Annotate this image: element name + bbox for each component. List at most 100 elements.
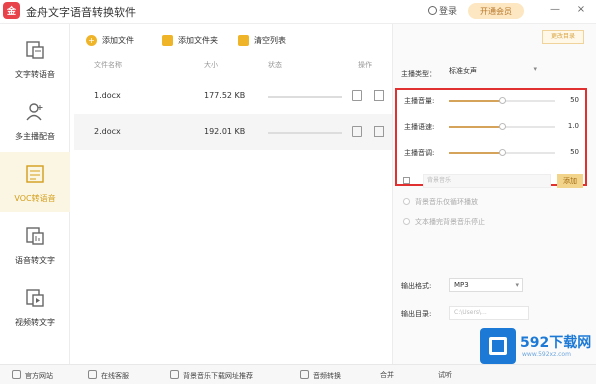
speed-label: 主播语速: xyxy=(404,123,435,131)
format-select[interactable]: MP3 ▾ xyxy=(449,278,523,292)
progress-bar xyxy=(268,132,342,134)
preview-label: 试听 xyxy=(438,371,452,379)
sidebar-label: 多主播配音 xyxy=(15,132,55,141)
col-header-status: 状态 xyxy=(268,61,282,69)
file-name: 1.docx xyxy=(94,91,121,100)
file-size: 177.52 KB xyxy=(204,91,246,100)
pitch-slider-row: 主播音调: 50 xyxy=(397,143,585,165)
convert-button[interactable]: 音频转换 xyxy=(300,370,341,381)
merge-label: 合并 xyxy=(380,371,394,379)
login-button[interactable]: 登录 xyxy=(428,4,457,17)
table-row[interactable]: 2.docx 192.01 KB xyxy=(74,114,392,150)
close-button[interactable]: × xyxy=(574,3,588,17)
vip-button[interactable]: 开通会员 xyxy=(468,3,524,19)
chat-icon xyxy=(88,370,97,379)
sidebar-item-voc-convert[interactable]: VOC转语音 xyxy=(0,152,70,212)
sidebar-item-text-to-speech[interactable]: 文字转语音 xyxy=(0,28,70,88)
official-site-link[interactable]: 官方网站 xyxy=(12,370,53,381)
voice-type-select[interactable]: 标准女声 ▾ xyxy=(449,65,539,80)
convert-icon xyxy=(300,370,309,379)
add-bg-music-button[interactable]: 添加 xyxy=(557,174,583,188)
sidebar-label: 文字转语音 xyxy=(15,70,55,79)
dir-label: 输出目录: xyxy=(401,310,432,318)
speed-slider-row: 主播语速: 1.0 xyxy=(397,117,585,139)
slider-knob[interactable] xyxy=(499,149,506,156)
volume-slider-row: 主播音量: 50 xyxy=(397,91,585,113)
add-file-label: 添加文件 xyxy=(102,35,134,45)
voice-settings-highlight: 主播音量: 50 主播语速: 1.0 主播音调: 50 xyxy=(395,88,587,186)
folder-icon xyxy=(162,34,173,46)
change-dir-button[interactable]: 更改目录 xyxy=(542,30,584,44)
watermark: 592下载网 www.592xz.com xyxy=(478,328,596,368)
slider-fill xyxy=(449,100,502,102)
watermark-brand: 592下载网 xyxy=(520,335,592,351)
add-folder-label: 添加文件夹 xyxy=(178,35,218,45)
add-file-button[interactable]: + 添加文件 xyxy=(86,32,134,48)
format-label: 输出格式: xyxy=(401,282,432,290)
file-size: 192.01 KB xyxy=(204,127,246,136)
online-service-link[interactable]: 在线客服 xyxy=(88,370,129,381)
clear-list-button[interactable]: 清空列表 xyxy=(238,32,286,48)
slider-knob[interactable] xyxy=(499,123,506,130)
bg-music-checkbox[interactable] xyxy=(403,177,410,184)
preview-option[interactable]: 试听 xyxy=(438,370,452,380)
voc-convert-icon xyxy=(26,165,44,183)
sidebar-label: 语音转文字 xyxy=(15,256,55,265)
slider-knob[interactable] xyxy=(499,97,506,104)
table-row[interactable]: 1.docx 177.52 KB xyxy=(74,78,392,114)
col-header-name: 文件名称 xyxy=(94,61,122,69)
voice-type-value: 标准女声 xyxy=(449,67,477,75)
volume-value: 50 xyxy=(570,96,579,104)
convert-label: 音频转换 xyxy=(313,372,341,380)
stop-option-label: 文本播完背景音乐停止 xyxy=(415,218,485,226)
sidebar: 文字转语音 多主播配音 VOC转语音 语音转文字 视频转文字 xyxy=(0,24,70,364)
toolbar: + 添加文件 添加文件夹 清空列表 xyxy=(74,28,392,52)
video-to-text-icon xyxy=(26,289,44,307)
loop-option-label: 背景音乐仅循环播放 xyxy=(415,198,478,206)
speech-to-text-icon xyxy=(26,227,44,245)
chevron-down-icon: ▾ xyxy=(533,65,537,73)
bg-music-promo-label: 背景音乐下载网址推荐 xyxy=(183,372,253,380)
delete-icon[interactable] xyxy=(374,90,384,101)
slider-fill xyxy=(449,126,502,128)
official-site-label: 官方网站 xyxy=(25,372,53,380)
app-logo: 金 xyxy=(3,2,20,19)
stop-option-radio[interactable] xyxy=(403,218,410,225)
merge-option[interactable]: 合并 xyxy=(380,370,394,380)
pitch-label: 主播音调: xyxy=(404,149,435,157)
trash-icon xyxy=(238,34,249,46)
bg-music-field[interactable]: 背景音乐 xyxy=(423,174,551,188)
login-label: 登录 xyxy=(439,7,458,17)
sidebar-item-speech-to-text[interactable]: 语音转文字 xyxy=(0,214,70,274)
title-bar: 金 金舟文字语音转换软件 登录 开通会员 — × xyxy=(0,0,596,24)
online-service-label: 在线客服 xyxy=(101,372,129,380)
clear-list-label: 清空列表 xyxy=(254,35,286,45)
open-file-icon[interactable] xyxy=(352,90,362,101)
watermark-logo-icon xyxy=(480,328,516,364)
watermark-url: www.592xz.com xyxy=(522,351,571,358)
user-icon xyxy=(428,6,437,15)
speed-value: 1.0 xyxy=(567,122,579,130)
slider-fill xyxy=(449,152,502,154)
col-header-size: 大小 xyxy=(204,61,218,69)
bg-music-promo-link[interactable]: 背景音乐下载网址推荐 xyxy=(170,370,253,381)
app-window: 金 金舟文字语音转换软件 登录 开通会员 — × 文字转语音 多主播配音 VOC… xyxy=(0,0,596,384)
add-folder-button[interactable]: 添加文件夹 xyxy=(162,32,218,48)
format-value: MP3 xyxy=(454,281,469,289)
output-dir-field[interactable]: C:\Users\... xyxy=(449,306,529,320)
loop-option-radio[interactable] xyxy=(403,198,410,205)
settings-panel: 更改目录 主播类型： 标准女声 ▾ 主播音量: 50 主播语速: 1.0 主播音… xyxy=(392,24,596,364)
app-title: 金舟文字语音转换软件 xyxy=(26,6,136,19)
plus-icon: + xyxy=(86,34,97,46)
sidebar-item-multi-voice[interactable]: 多主播配音 xyxy=(0,90,70,150)
home-icon xyxy=(12,370,21,379)
multi-voice-icon xyxy=(26,103,43,121)
table-header: 文件名称 大小 状态 操作 xyxy=(74,58,392,72)
sidebar-item-video-to-text[interactable]: 视频转文字 xyxy=(0,276,70,336)
text-to-speech-icon xyxy=(26,41,44,59)
music-icon xyxy=(170,370,179,379)
delete-icon[interactable] xyxy=(374,126,384,137)
file-name: 2.docx xyxy=(94,127,121,136)
minimize-button[interactable]: — xyxy=(548,3,562,17)
open-file-icon[interactable] xyxy=(352,126,362,137)
